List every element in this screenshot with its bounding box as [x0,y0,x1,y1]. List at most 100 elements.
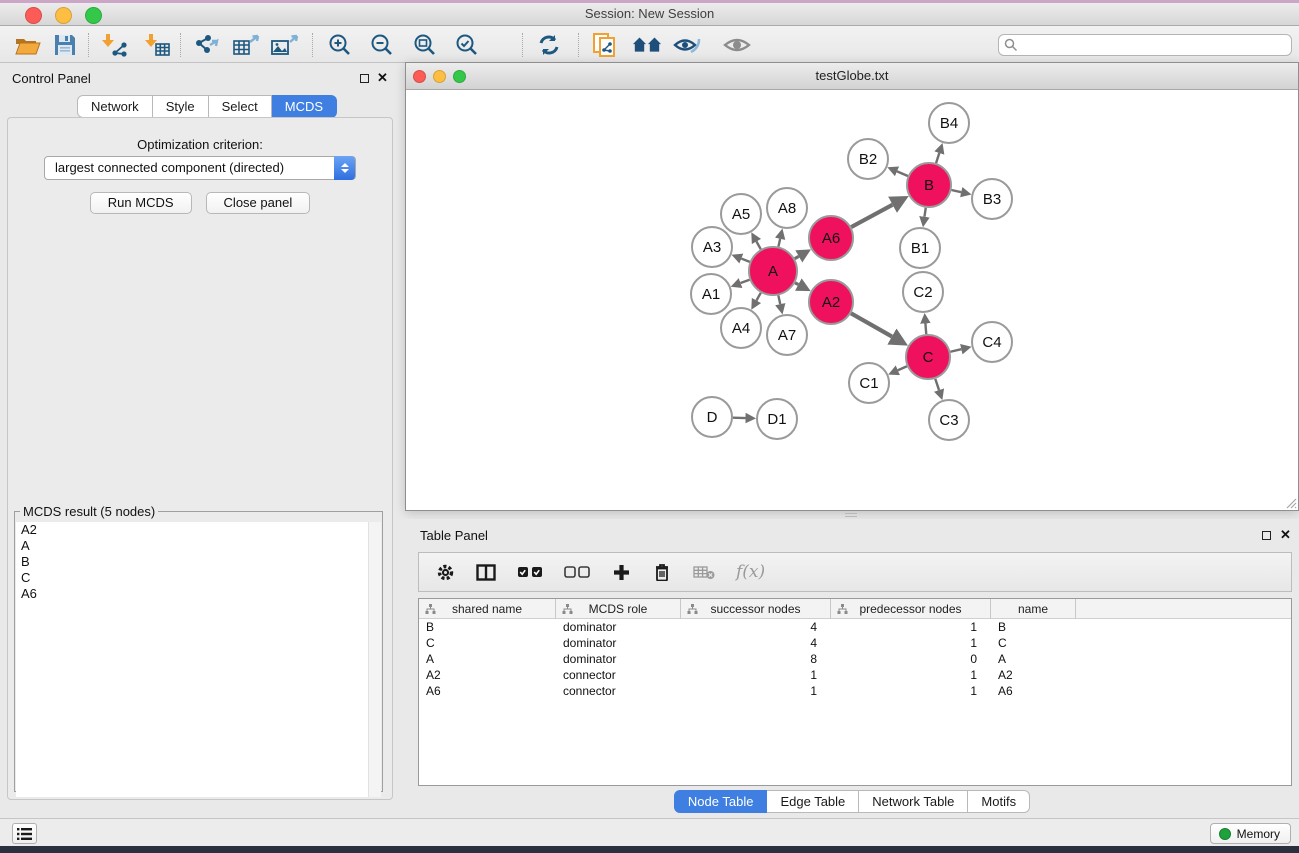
edge-A-A7[interactable] [778,295,780,304]
export-image-button[interactable] [270,31,300,59]
delete-table-button[interactable] [693,565,715,580]
split-pane-handle[interactable] [845,513,857,517]
table-row[interactable]: Bdominator41B [419,619,1291,635]
edge-B-B1[interactable] [924,208,925,217]
column-header-MCDS-role[interactable]: MCDS role [556,599,681,619]
table-row[interactable]: Cdominator41C [419,635,1291,651]
table-cell[interactable]: 1 [681,683,831,699]
edge-A-A6[interactable] [795,256,799,258]
table-cell[interactable]: 1 [831,635,991,651]
tab-network[interactable]: Network [77,95,153,118]
mcds-result-item[interactable]: A [16,538,381,554]
zoom-view-button[interactable] [453,70,466,83]
mcds-result-item[interactable]: C [16,570,381,586]
table-cell[interactable]: 4 [681,635,831,651]
close-window-button[interactable] [25,7,42,24]
table-cell[interactable]: A6 [419,683,556,699]
network-graph[interactable]: B4B2BB3A5A8A6A3B1AA1A2C2A4A7CC4C1C3DD1 [406,90,1298,510]
hide-selected-button[interactable] [672,31,702,59]
save-session-button[interactable] [50,31,80,59]
table-cell[interactable]: A2 [991,667,1076,683]
run-mcds-button[interactable]: Run MCDS [90,192,192,214]
close-panel-button[interactable]: Close panel [206,192,311,214]
minimize-view-button[interactable] [433,70,446,83]
edge-A-A5[interactable] [756,242,760,250]
tab-mcds[interactable]: MCDS [272,95,337,118]
close-view-button[interactable] [413,70,426,83]
edge-A-A3[interactable] [741,259,749,262]
zoom-fit-button[interactable] [410,31,440,59]
edge-B-B4[interactable] [936,153,939,163]
table-cell[interactable]: 0 [831,651,991,667]
column-header-name[interactable]: name [991,599,1076,619]
task-history-button[interactable] [12,823,37,844]
mcds-result-item[interactable]: B [16,554,381,570]
table-cell[interactable]: dominator [556,651,681,667]
export-network-button[interactable] [192,31,222,59]
zoom-selected-button[interactable] [452,31,482,59]
column-header-successor-nodes[interactable]: successor nodes [681,599,831,619]
zoom-in-button[interactable] [325,31,355,59]
deselect-all-columns-button[interactable] [564,566,590,578]
table-cell[interactable]: dominator [556,635,681,651]
table-cell[interactable]: connector [556,667,681,683]
column-header-shared-name[interactable]: shared name [419,599,556,619]
table-cell[interactable]: 1 [831,667,991,683]
float-panel-icon[interactable] [360,74,369,83]
table-row[interactable]: A2connector11A2 [419,667,1291,683]
select-all-columns-button[interactable] [517,566,543,578]
edge-A-A4[interactable] [756,293,760,301]
resize-grip-icon[interactable] [1285,497,1297,509]
network-window-titlebar[interactable]: testGlobe.txt [406,63,1298,90]
open-session-button[interactable] [13,31,43,59]
scrollbar-track[interactable] [368,522,381,797]
delete-column-button[interactable] [652,563,672,581]
tab-motifs[interactable]: Motifs [968,790,1030,813]
network-canvas[interactable]: B4B2BB3A5A8A6A3B1AA1A2C2A4A7CC4C1C3DD1 [406,90,1298,510]
zoom-out-button[interactable] [367,31,397,59]
table-row[interactable]: Adominator80A [419,651,1291,667]
tab-network-table[interactable]: Network Table [859,790,968,813]
edge-A2-C[interactable] [851,313,892,336]
function-builder-button[interactable]: f(x) [736,562,765,582]
table-cell[interactable]: 1 [681,667,831,683]
memory-button[interactable]: Memory [1210,823,1291,844]
mcds-result-list[interactable]: A2ABCA6 [16,522,381,797]
float-panel-icon[interactable] [1262,531,1271,540]
table-cell[interactable]: B [991,619,1076,635]
show-all-button[interactable] [722,31,752,59]
edge-A-A2[interactable] [795,283,798,285]
mcds-result-item[interactable]: A2 [16,522,381,538]
table-cell[interactable]: 4 [681,619,831,635]
edge-B-B2[interactable] [897,171,908,176]
table-cell[interactable]: C [419,635,556,651]
tab-select[interactable]: Select [209,95,272,118]
tab-edge-table[interactable]: Edge Table [767,790,859,813]
table-cell[interactable]: A6 [991,683,1076,699]
refresh-view-button[interactable] [534,31,564,59]
create-column-button[interactable] [611,564,631,581]
show-columns-button[interactable] [476,564,496,581]
table-settings-button[interactable] [435,563,455,582]
mcds-result-item[interactable]: A6 [16,586,381,602]
table-cell[interactable]: dominator [556,619,681,635]
search-input[interactable] [998,34,1292,56]
table-row[interactable]: A6connector11A6 [419,683,1291,699]
table-cell[interactable]: 1 [831,683,991,699]
edge-C-C4[interactable] [950,349,961,352]
edge-C-C1[interactable] [898,366,907,370]
node-table[interactable]: shared nameMCDS rolesuccessor nodesprede… [418,598,1292,786]
table-cell[interactable]: B [419,619,556,635]
edge-A6-B[interactable] [851,205,892,227]
table-cell[interactable]: connector [556,683,681,699]
edge-A-A1[interactable] [741,280,750,283]
column-header-predecessor-nodes[interactable]: predecessor nodes [831,599,991,619]
edge-A-A8[interactable] [778,239,780,247]
zoom-window-button[interactable] [85,7,102,24]
tab-node-table[interactable]: Node Table [674,790,768,813]
import-table-button[interactable] [143,31,173,59]
edge-C-C3[interactable] [935,379,939,390]
tab-style[interactable]: Style [153,95,209,118]
edge-B-B3[interactable] [951,190,961,192]
table-cell[interactable]: A [419,651,556,667]
